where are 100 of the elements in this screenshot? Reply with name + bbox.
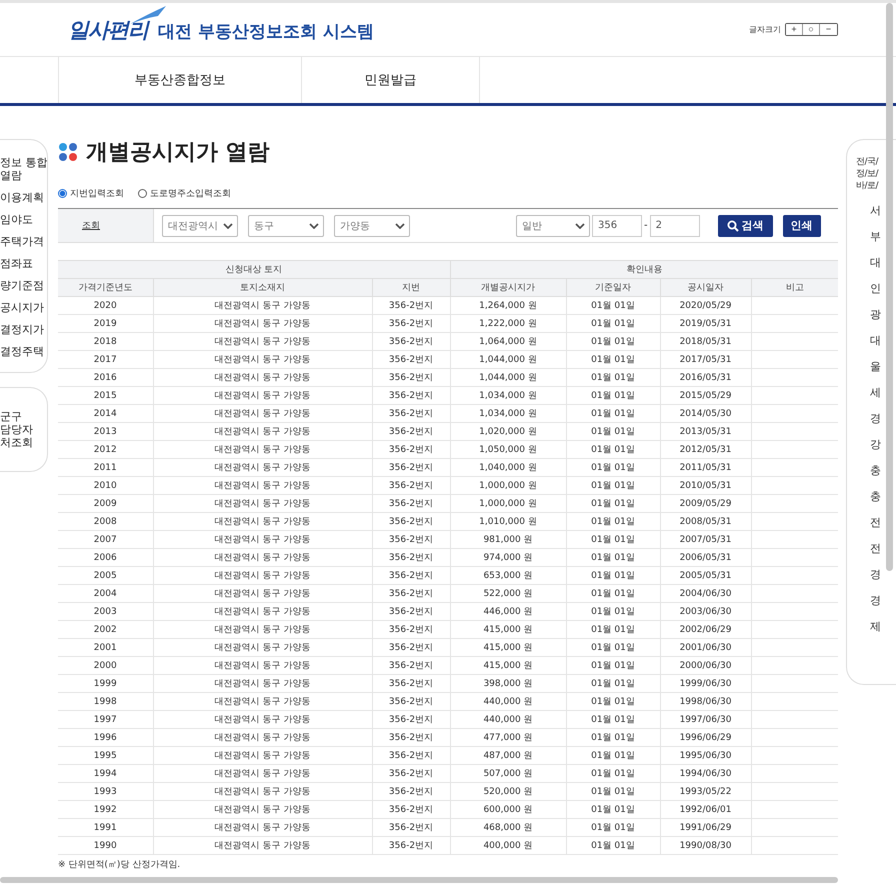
side-menu-item[interactable]: 주택가격 xyxy=(0,235,47,248)
table-cell: 01월 01일 xyxy=(566,368,660,386)
side-menu-item[interactable]: 세 xyxy=(856,385,896,400)
group-header: 신청대상 토지 xyxy=(58,260,450,278)
table-cell: 2014/05/30 xyxy=(660,404,751,422)
side-menu-item[interactable]: 결정주택 xyxy=(0,345,47,358)
side-menu-item[interactable]: 충 xyxy=(856,463,896,478)
land-type-select[interactable]: 일반 xyxy=(516,214,590,236)
table-cell: 477,000 원 xyxy=(450,728,566,746)
table-cell: 01월 01일 xyxy=(566,566,660,584)
side-menu-item[interactable]: 강 xyxy=(856,437,896,452)
search-button[interactable]: 검색 xyxy=(718,214,773,236)
nav-tab[interactable]: 민원발급 xyxy=(301,57,480,103)
table-cell: 600,000 원 xyxy=(450,800,566,818)
dong-select[interactable]: 가양동 xyxy=(334,214,410,236)
table-cell: 01월 01일 xyxy=(566,674,660,692)
table-cell: 1,034,000 원 xyxy=(450,404,566,422)
table-cell: 1995 xyxy=(58,746,153,764)
table-cell: 356-2번지 xyxy=(372,692,450,710)
table-cell: 2007/05/31 xyxy=(660,530,751,548)
side-menu-item[interactable]: 전 xyxy=(856,515,896,530)
table-cell: 대전광역시 동구 가양동 xyxy=(153,638,372,656)
side-menu-item[interactable]: 점좌표 xyxy=(0,257,47,270)
table-cell: 1990 xyxy=(58,836,153,854)
search-mode-radio[interactable]: 지번입력조회 xyxy=(58,187,124,200)
table-cell: 2017 xyxy=(58,350,153,368)
side-menu-item[interactable]: 임야도 xyxy=(0,213,47,226)
table-cell: 대전광역시 동구 가양동 xyxy=(153,728,372,746)
side-menu-item[interactable]: 대 xyxy=(856,333,896,348)
table-cell: 356-2번지 xyxy=(372,818,450,836)
table-cell: 대전광역시 동구 가양동 xyxy=(153,476,372,494)
table-cell: 01월 01일 xyxy=(566,458,660,476)
table-cell: 1,040,000 원 xyxy=(450,458,566,476)
table-cell: 520,000 원 xyxy=(450,782,566,800)
table-cell: 2015/05/29 xyxy=(660,386,751,404)
side-menu-item[interactable]: 정보 통합 열람 xyxy=(0,156,47,182)
table-cell: 356-2번지 xyxy=(372,440,450,458)
table-cell: 01월 01일 xyxy=(566,548,660,566)
table-cell: 01월 01일 xyxy=(566,638,660,656)
side-menu-item[interactable]: 대 xyxy=(856,255,896,270)
table-cell: 대전광역시 동구 가양동 xyxy=(153,656,372,674)
table-cell: 356-2번지 xyxy=(372,458,450,476)
side-menu-item[interactable]: 인 xyxy=(856,281,896,296)
table-cell: 2019 xyxy=(58,314,153,332)
table-cell: 01월 01일 xyxy=(566,404,660,422)
table-cell: 1995/06/30 xyxy=(660,746,751,764)
table-cell: 대전광역시 동구 가양동 xyxy=(153,404,372,422)
scrollbar[interactable] xyxy=(886,3,893,571)
table-cell: 2003 xyxy=(58,602,153,620)
side-menu-item[interactable]: 군구 담당자 처조회 xyxy=(0,410,47,449)
side-menu-item[interactable]: 경 xyxy=(856,567,896,582)
print-button[interactable]: 인쇄 xyxy=(782,214,821,236)
side-menu-item[interactable]: 서 xyxy=(856,203,896,218)
side-menu-item[interactable]: 결정지가 xyxy=(0,323,47,336)
side-menu-item[interactable]: 공시지가 xyxy=(0,301,47,314)
side-menu-item[interactable]: 부 xyxy=(856,229,896,244)
table-cell: 1,264,000 원 xyxy=(450,296,566,314)
side-menu-item[interactable]: 충 xyxy=(856,489,896,504)
table-cell: 01월 01일 xyxy=(566,440,660,458)
district-select[interactable]: 동구 xyxy=(248,214,324,236)
table-cell: 2016/05/31 xyxy=(660,368,751,386)
table-cell: 01월 01일 xyxy=(566,422,660,440)
side-menu-item[interactable]: 경 xyxy=(856,593,896,608)
side-menu-item[interactable]: 광 xyxy=(856,307,896,322)
table-cell: 356-2번지 xyxy=(372,476,450,494)
city-select[interactable]: 대전광역시 xyxy=(162,214,238,236)
main-number-field[interactable]: 356 xyxy=(592,214,642,236)
table-cell: 2012 xyxy=(58,440,153,458)
table-cell: 356-2번지 xyxy=(372,620,450,638)
radio-button[interactable] xyxy=(58,189,67,198)
table-cell: 01월 01일 xyxy=(566,800,660,818)
side-menu-item[interactable]: 전 xyxy=(856,541,896,556)
side-menu-item[interactable]: 제 xyxy=(856,619,896,634)
table-cell: 468,000 원 xyxy=(450,818,566,836)
side-menu-item[interactable]: 량기준점 xyxy=(0,279,47,292)
table-cell: 2001/06/30 xyxy=(660,638,751,656)
sub-number-field[interactable]: 2 xyxy=(650,214,700,236)
table-cell: 2006/05/31 xyxy=(660,548,751,566)
table-cell: 2020 xyxy=(58,296,153,314)
table-cell: 1992/06/01 xyxy=(660,800,751,818)
table-cell: 356-2번지 xyxy=(372,674,450,692)
table-cell: 2009 xyxy=(58,494,153,512)
radio-button[interactable] xyxy=(138,189,147,198)
side-menu-item[interactable]: 이용계획 xyxy=(0,191,47,204)
table-cell: 1996/06/29 xyxy=(660,728,751,746)
table-cell: 대전광역시 동구 가양동 xyxy=(153,494,372,512)
table-cell: 2013 xyxy=(58,422,153,440)
table-cell: 2017/05/31 xyxy=(660,350,751,368)
side-menu-item[interactable]: 울 xyxy=(856,359,896,374)
scrollbar[interactable] xyxy=(0,877,838,883)
table-cell: 2004 xyxy=(58,584,153,602)
logo[interactable]: 일사편리 xyxy=(68,16,148,44)
search-mode-radio[interactable]: 도로명주소입력조회 xyxy=(138,187,231,200)
table-cell: 대전광역시 동구 가양동 xyxy=(153,458,372,476)
column-header: 지번 xyxy=(372,278,450,296)
table-cell: 356-2번지 xyxy=(372,350,450,368)
table-cell: 356-2번지 xyxy=(372,638,450,656)
table-cell: 1990/08/30 xyxy=(660,836,751,854)
font-size-button[interactable]: + xyxy=(786,24,803,35)
side-menu-item[interactable]: 경 xyxy=(856,411,896,426)
